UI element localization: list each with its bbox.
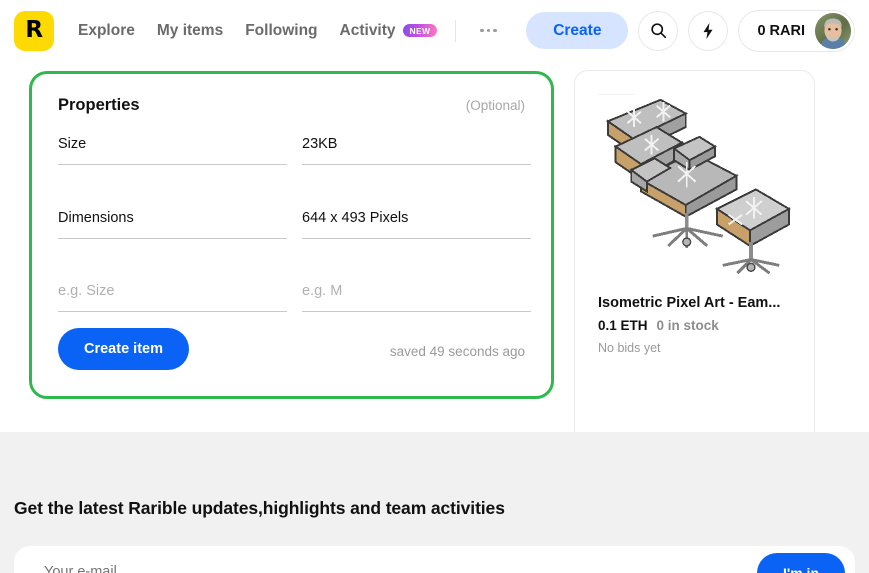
search-button[interactable]: [638, 10, 679, 51]
search-icon: [651, 23, 667, 39]
header-divider: [455, 19, 457, 42]
header-actions: Create 0 RARI: [526, 9, 855, 52]
isometric-pixel-art-eames-chair-icon: [598, 94, 791, 275]
main-content: Properties (Optional) Size 23KB Dimensio…: [0, 61, 869, 445]
nft-bids-status: No bids yet: [598, 341, 661, 355]
saved-status-text: saved 49 seconds ago: [389, 344, 525, 359]
lightning-bolt-icon: [703, 22, 713, 39]
nft-price: 0.1 ETH: [598, 318, 648, 333]
lounge-chair: [598, 94, 739, 248]
property-key-placeholder-3: e.g. Size: [58, 283, 115, 299]
property-value-field-3[interactable]: e.g. M: [302, 279, 531, 312]
newsletter-subscribe-box: I'm in: [14, 546, 855, 573]
nav-item-activity[interactable]: Activity NEW: [340, 22, 438, 40]
create-item-button[interactable]: Create item: [58, 327, 189, 370]
property-value-value-2: 644 x 493 Pixels: [302, 210, 409, 226]
property-key-field-1[interactable]: Size: [58, 132, 287, 165]
wallet-button[interactable]: 0 RARI: [738, 9, 855, 52]
row-spacer-1: [58, 165, 525, 206]
subscribe-button[interactable]: I'm in: [757, 553, 845, 573]
row-spacer-2: [58, 239, 525, 279]
ellipsis-icon[interactable]: [474, 23, 503, 39]
nav-item-following[interactable]: Following: [245, 22, 317, 40]
properties-row-2: Dimensions 644 x 493 Pixels: [58, 206, 531, 239]
user-avatar-image: [815, 12, 851, 49]
property-value-placeholder-3: e.g. M: [302, 283, 343, 299]
properties-header: Properties (Optional): [58, 96, 525, 115]
property-key-field-2[interactable]: Dimensions: [58, 206, 287, 239]
site-header: R Explore My items Following Activity NE…: [0, 0, 869, 61]
email-input[interactable]: [44, 564, 544, 573]
nav-item-my-items[interactable]: My items: [157, 22, 223, 40]
logo-letter: R: [25, 17, 43, 43]
wallet-balance: 0 RARI: [757, 22, 805, 39]
avatar[interactable]: [815, 12, 851, 49]
properties-title: Properties: [58, 96, 140, 114]
property-value-value-1: 23KB: [302, 136, 338, 152]
primary-nav: Explore My items Following Activity NEW: [78, 22, 438, 40]
new-badge: NEW: [402, 23, 438, 38]
property-key-value-1: Size: [58, 136, 87, 152]
properties-optional-label: (Optional): [465, 98, 525, 113]
create-button[interactable]: Create: [526, 11, 629, 50]
nav-item-explore[interactable]: Explore: [78, 22, 135, 40]
properties-row-1: Size 23KB: [58, 132, 531, 165]
property-key-field-3[interactable]: e.g. Size: [58, 279, 287, 312]
property-value-field-1[interactable]: 23KB: [302, 132, 531, 165]
nav-item-activity-label: Activity: [339, 21, 396, 39]
nft-stock: 0 in stock: [656, 318, 719, 333]
nft-title: Isometric Pixel Art - Eam...: [598, 295, 781, 311]
ottoman: [714, 188, 791, 275]
newsletter-heading: Get the latest Rarible updates,highlight…: [14, 498, 505, 518]
property-value-field-2[interactable]: 644 x 493 Pixels: [302, 206, 531, 239]
properties-row-3: e.g. Size e.g. M: [58, 279, 531, 312]
property-key-value-2: Dimensions: [58, 210, 134, 226]
nft-price-row: 0.1 ETH 0 in stock: [598, 318, 791, 333]
nft-preview-card[interactable]: Isometric Pixel Art - Eam... 0.1 ETH 0 i…: [574, 70, 815, 445]
rarible-logo[interactable]: R: [14, 10, 54, 51]
page-root: R Explore My items Following Activity NE…: [0, 0, 869, 573]
properties-card: Properties (Optional) Size 23KB Dimensio…: [29, 71, 554, 399]
activity-bolt-button[interactable]: [688, 10, 729, 51]
